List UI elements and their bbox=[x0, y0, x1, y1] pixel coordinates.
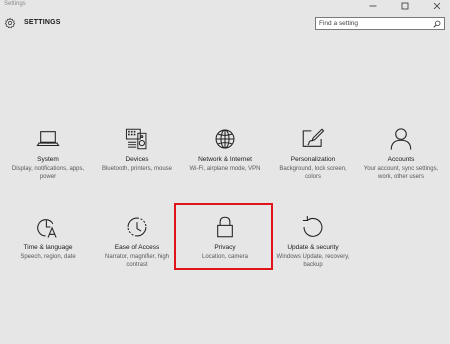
category-system[interactable]: System Display, notifications, apps, pow… bbox=[3, 126, 93, 181]
keyboard-speaker-icon bbox=[125, 128, 147, 150]
maximize-icon bbox=[401, 2, 409, 10]
category-description: Bluetooth, printers, mouse bbox=[101, 166, 173, 172]
category-description: Background, lock screen, colors bbox=[279, 166, 347, 180]
category-label: Update & security bbox=[287, 244, 339, 251]
category-network-internet[interactable]: Network & Internet Wi-Fi, airplane mode,… bbox=[180, 126, 270, 173]
category-time-language[interactable]: Time & language Speech, region, date bbox=[3, 214, 93, 261]
settings-header: SETTINGS bbox=[0, 12, 450, 36]
search-box[interactable] bbox=[315, 17, 445, 30]
minimize-icon bbox=[369, 5, 377, 7]
minimize-button[interactable] bbox=[362, 0, 384, 12]
page-title: SETTINGS bbox=[24, 19, 61, 26]
category-description: Narrator, magnifier, high contrast bbox=[104, 254, 170, 268]
category-description: Your account, sync settings, work, other… bbox=[363, 166, 439, 180]
person-icon bbox=[390, 128, 412, 150]
category-label: Ease of Access bbox=[114, 244, 160, 251]
search-icon[interactable] bbox=[433, 20, 441, 28]
title-bar: Settings bbox=[0, 0, 450, 12]
category-label: Accounts bbox=[387, 156, 415, 163]
refresh-icon bbox=[302, 216, 323, 237]
ease-of-access-icon bbox=[127, 217, 147, 237]
search-input[interactable] bbox=[316, 18, 431, 29]
gear-icon bbox=[4, 17, 16, 29]
category-ease-of-access[interactable]: Ease of Access Narrator, magnifier, high… bbox=[92, 214, 182, 269]
category-label: Personalization bbox=[290, 156, 336, 163]
category-label: Time & language bbox=[23, 244, 73, 251]
category-description: Display, notifications, apps, power bbox=[11, 166, 85, 180]
category-accounts[interactable]: Accounts Your account, sync settings, wo… bbox=[356, 126, 446, 181]
globe-icon bbox=[215, 129, 235, 149]
laptop-icon bbox=[36, 131, 60, 147]
category-description: Windows Update, recovery, backup bbox=[276, 254, 350, 268]
maximize-button[interactable] bbox=[394, 0, 416, 12]
clock-language-icon bbox=[37, 219, 57, 238]
window-title: Settings bbox=[4, 1, 26, 7]
category-devices[interactable]: Devices Bluetooth, printers, mouse bbox=[92, 126, 182, 173]
paintbrush-icon bbox=[302, 128, 325, 147]
category-description: Speech, region, date bbox=[20, 254, 76, 260]
category-label: System bbox=[37, 156, 59, 163]
category-label: Network & Internet bbox=[198, 156, 252, 163]
category-update-security[interactable]: Update & security Windows Update, recove… bbox=[268, 214, 358, 269]
category-description: Wi-Fi, airplane mode, VPN bbox=[189, 166, 261, 172]
privacy-highlight-box bbox=[174, 203, 273, 270]
close-icon bbox=[433, 2, 441, 10]
close-button[interactable] bbox=[426, 0, 448, 12]
category-personalization[interactable]: Personalization Background, lock screen,… bbox=[268, 126, 358, 181]
category-label: Devices bbox=[125, 156, 149, 163]
